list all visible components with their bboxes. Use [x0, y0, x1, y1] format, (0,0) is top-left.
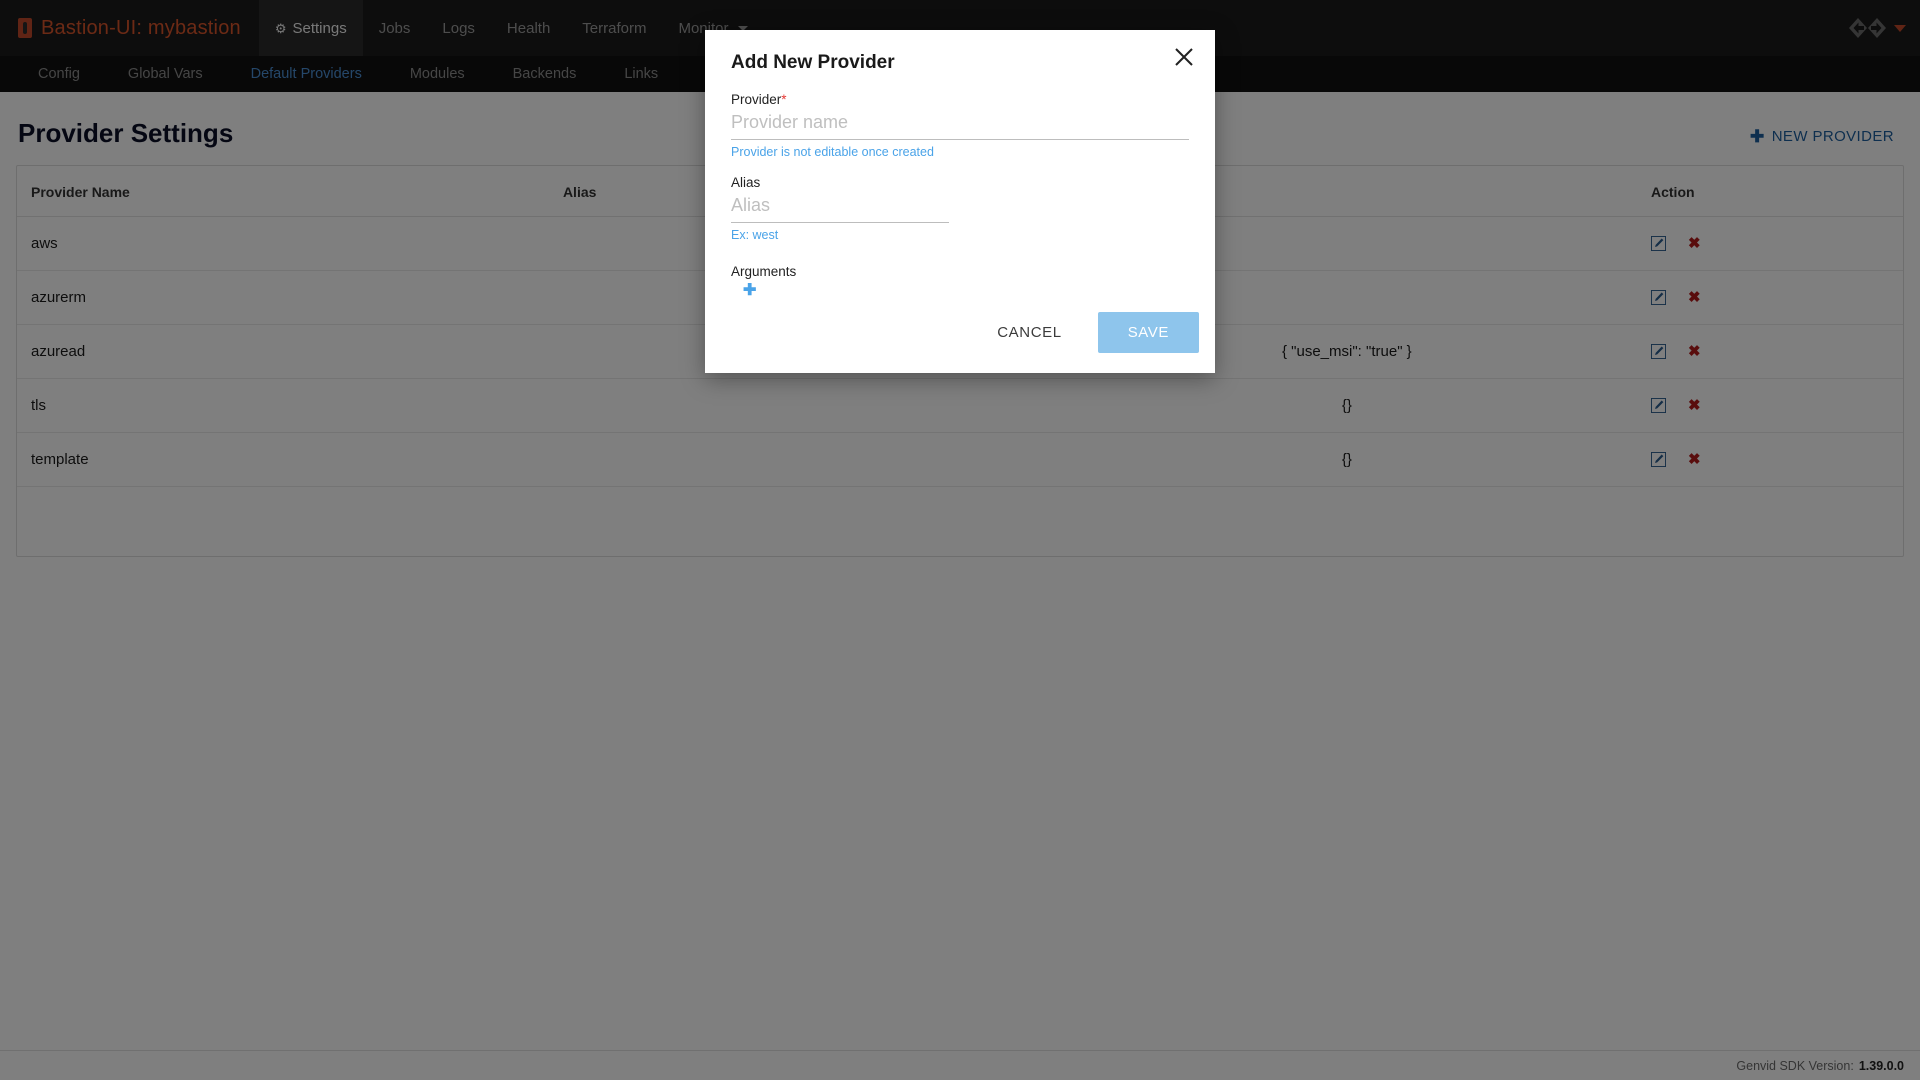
required-marker: *	[781, 92, 787, 107]
dialog-title: Add New Provider	[731, 52, 895, 73]
provider-hint: Provider is not editable once created	[731, 145, 934, 159]
cancel-button[interactable]: CANCEL	[983, 314, 1075, 351]
provider-label-text: Provider	[731, 92, 782, 107]
add-provider-dialog: Add New Provider Provider* Provider is n…	[705, 30, 1215, 373]
arguments-label: Arguments	[731, 264, 797, 279]
plus-icon: ✚	[743, 282, 757, 299]
provider-field-group: Provider* Provider is not editable once …	[731, 92, 1189, 159]
close-icon[interactable]	[1169, 42, 1199, 72]
alias-hint: Ex: west	[731, 228, 779, 242]
add-argument-button[interactable]: ✚	[731, 279, 756, 299]
alias-field-label: Alias	[731, 175, 761, 190]
dialog-actions: CANCEL SAVE	[983, 312, 1199, 353]
alias-field-group: Alias Ex: west	[731, 175, 1189, 242]
modal-overlay[interactable]: Add New Provider Provider* Provider is n…	[0, 0, 1920, 1080]
alias-input[interactable]	[731, 192, 949, 223]
save-button[interactable]: SAVE	[1097, 312, 1199, 353]
provider-field-label: Provider*	[731, 92, 1189, 107]
provider-input[interactable]	[731, 109, 1189, 140]
